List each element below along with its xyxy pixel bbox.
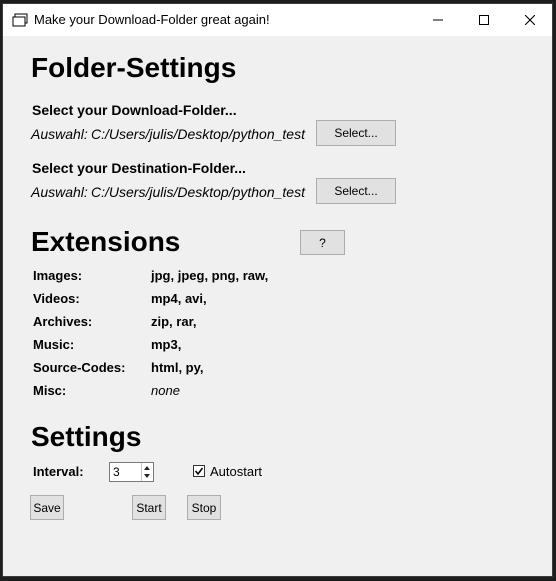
spin-up-icon[interactable] (144, 466, 150, 470)
download-prefix: Auswahl: (31, 126, 88, 142)
maximize-icon (479, 15, 489, 25)
window-title: Make your Download-Folder great again! (34, 12, 270, 27)
destination-prefix: Auswahl: (31, 184, 88, 200)
extension-category: Archives: (33, 314, 93, 329)
folder-icon (12, 13, 28, 27)
app-window: Make your Download-Folder great again! F… (2, 3, 553, 577)
spin-arrows[interactable] (141, 463, 153, 481)
interval-value[interactable]: 3 (113, 465, 120, 479)
destination-folder-label: Select your Destination-Folder... (32, 160, 246, 176)
close-button[interactable] (507, 4, 553, 36)
extension-category: Images: (33, 268, 83, 283)
close-icon (525, 15, 535, 25)
extension-list: jpg, jpeg, png, raw, (151, 268, 269, 283)
autostart-label: Autostart (210, 464, 263, 479)
extension-category: Music: (33, 337, 75, 352)
extension-list: mp4, avi, (151, 291, 207, 306)
download-folder-label: Select your Download-Folder... (32, 102, 237, 118)
start-button[interactable]: Start (132, 495, 166, 520)
extension-list: mp3, (151, 337, 182, 352)
save-button[interactable]: Save (30, 495, 64, 520)
interval-label: Interval: (33, 464, 84, 479)
maximize-button[interactable] (461, 4, 507, 36)
stop-button[interactable]: Stop (187, 495, 221, 520)
checkmark-icon (194, 467, 204, 476)
select-destination-button[interactable]: Select... (316, 178, 396, 204)
extension-list: none (151, 383, 180, 398)
minimize-icon (433, 19, 443, 21)
destination-path: C:/Users/julis/Desktop/python_test (91, 184, 305, 200)
extension-list: html, py, (151, 360, 204, 375)
extension-category: Videos: (33, 291, 80, 306)
spin-down-icon[interactable] (144, 474, 150, 478)
minimize-button[interactable] (415, 4, 461, 36)
title-bar: Make your Download-Folder great again! (3, 4, 552, 36)
extension-category: Misc: (33, 383, 67, 398)
select-download-button[interactable]: Select... (316, 120, 396, 146)
download-path: C:/Users/julis/Desktop/python_test (91, 126, 305, 142)
extension-category: Source-Codes: (33, 360, 126, 375)
folder-settings-heading: Folder-Settings (31, 52, 237, 83)
interval-spinbox[interactable]: 3 (109, 462, 154, 482)
settings-heading: Settings (31, 421, 142, 452)
extensions-heading: Extensions (31, 226, 181, 257)
help-button[interactable]: ? (300, 230, 345, 255)
extension-list: zip, rar, (151, 314, 197, 329)
autostart-checkbox[interactable] (193, 465, 205, 477)
